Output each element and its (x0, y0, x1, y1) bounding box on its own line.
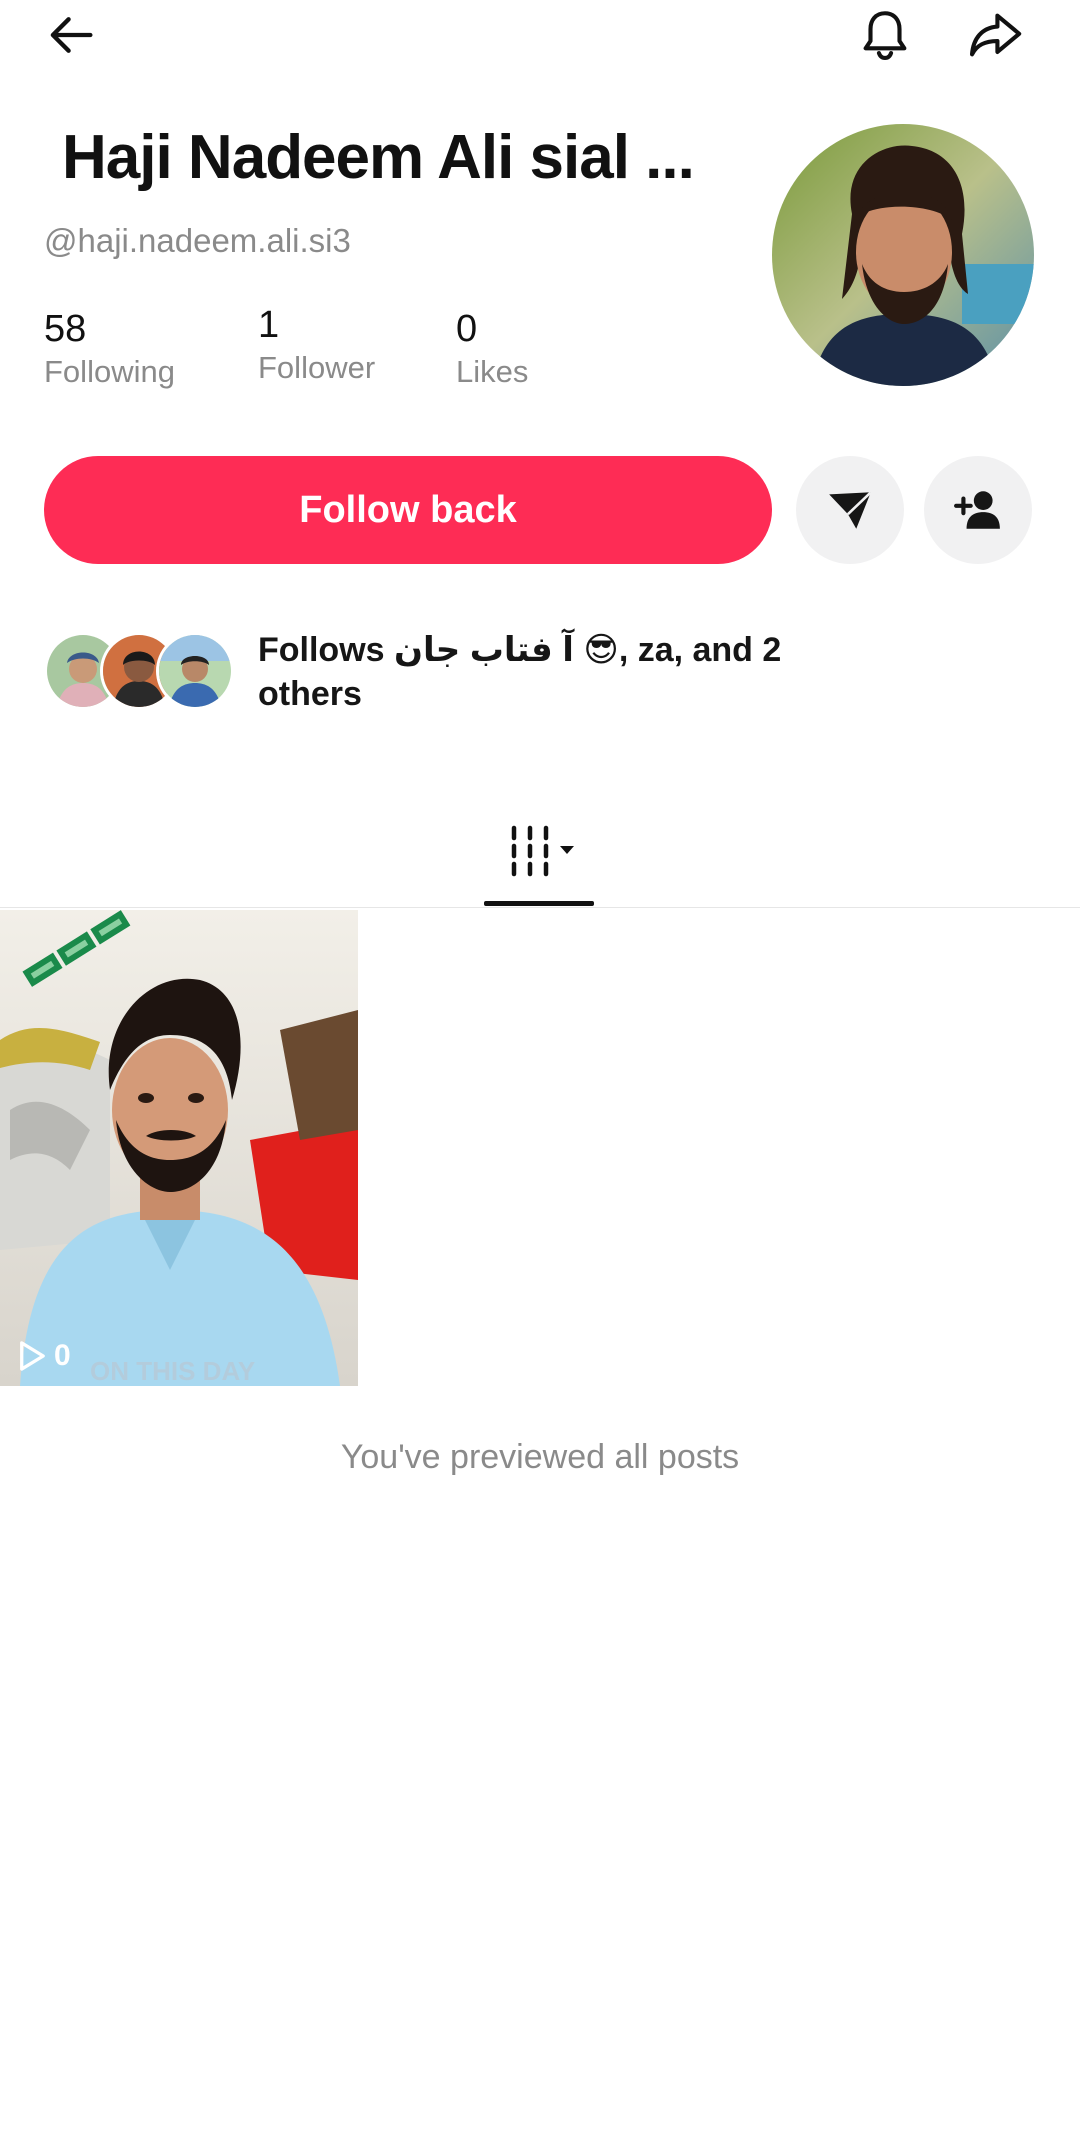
play-icon (20, 1341, 45, 1371)
notifications-button[interactable] (850, 0, 920, 70)
tab-divider (0, 907, 1080, 908)
bell-icon (863, 11, 907, 61)
post-view-count: 0 (18, 1338, 71, 1374)
post-views-value: 0 (54, 1339, 71, 1372)
stat-likes[interactable]: 0 Likes (456, 306, 528, 392)
end-of-posts-text: You've previewed all posts (340, 1438, 740, 1476)
profile-name: Haji Nadeem Ali sial ... (62, 123, 695, 192)
post-thumbnail[interactable]: ON THIS DAY (0, 910, 358, 1386)
tab-videos[interactable] (508, 824, 588, 880)
profile-handle: @haji.nadeem.ali.si3 (44, 222, 351, 259)
profile-avatar[interactable] (772, 124, 1034, 386)
stat-followers-label: Follower (258, 350, 376, 385)
add-user-icon (954, 491, 1000, 529)
caret-down-icon (560, 846, 574, 854)
message-button[interactable] (796, 456, 904, 564)
stat-followers[interactable]: 1 Follower (258, 302, 375, 388)
stat-followers-value: 1 (258, 304, 280, 346)
mutual-followers-text[interactable]: Follows آ فتاب جان 😎, za, and 2 others (258, 628, 818, 716)
svg-text:ON THIS DAY: ON THIS DAY (90, 1356, 255, 1386)
arrow-left-icon (50, 17, 93, 53)
share-button[interactable] (960, 0, 1030, 70)
grid-icon (511, 825, 574, 877)
tab-active-indicator (484, 901, 594, 906)
send-icon (829, 491, 872, 529)
stat-following[interactable]: 58 Following (44, 306, 175, 392)
add-friend-button[interactable] (924, 456, 1032, 564)
stat-likes-value: 0 (456, 308, 478, 350)
stat-following-value: 58 (44, 308, 87, 350)
avatar (156, 632, 234, 710)
share-arrow-icon (969, 13, 1022, 57)
back-button[interactable] (36, 0, 106, 70)
stat-following-label: Following (44, 354, 175, 389)
stat-likes-label: Likes (456, 354, 529, 389)
follow-back-button[interactable]: Follow back (44, 456, 772, 564)
mutual-followers-avatars[interactable] (44, 632, 244, 710)
